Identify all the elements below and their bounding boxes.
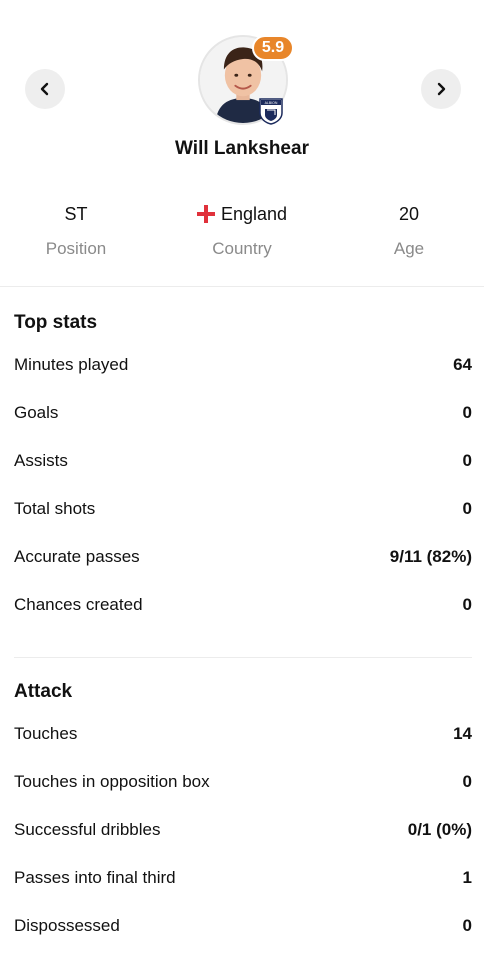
stat-label: Goals: [14, 403, 59, 422]
player-name: Will Lankshear: [175, 138, 309, 159]
chevron-right-icon: [437, 82, 446, 96]
stat-label: Chances created: [14, 595, 143, 614]
player-header: 5.9 ALBION Will Lankshear ST Position En…: [0, 0, 484, 290]
stat-value: 0: [462, 595, 472, 614]
stat-label: Accurate passes: [14, 547, 140, 566]
stat-row-chances-created: Chances created 0: [14, 581, 472, 629]
stat-row-touches-in-opposition-box: Touches in opposition box 0: [14, 758, 472, 806]
position-label: Position: [45, 239, 107, 258]
info-country: England Country: [162, 202, 322, 259]
age-label: Age: [393, 239, 425, 258]
england-flag-icon: [196, 205, 215, 223]
club-badge-icon: ALBION: [258, 97, 284, 125]
stat-value: 1: [462, 868, 472, 887]
stat-value: 0: [462, 772, 472, 791]
stat-value: 64: [453, 355, 472, 374]
rating-badge: 5.9: [252, 35, 294, 61]
section-title: Top stats: [14, 312, 98, 333]
stat-value: 0: [462, 499, 472, 518]
section-divider: [14, 657, 472, 658]
section-title: Attack: [14, 681, 73, 702]
next-player-button[interactable]: [421, 69, 461, 109]
stat-row-minutes-played: Minutes played 64: [14, 341, 472, 389]
stat-label: Minutes played: [14, 355, 129, 374]
stat-value: 0: [462, 916, 472, 935]
position-value: ST: [64, 203, 88, 224]
stat-label: Touches: [14, 724, 78, 743]
age-value: 20: [398, 203, 420, 224]
header-divider: [0, 286, 484, 287]
stat-label: Assists: [14, 451, 68, 470]
stat-row-passes-into-final-third: Passes into final third 1: [14, 854, 472, 902]
country-label: Country: [212, 239, 272, 258]
section-top-stats: Top stats Minutes played 64 Goals 0 Assi…: [14, 308, 472, 629]
player-avatar-group: 5.9 ALBION: [198, 35, 294, 125]
stat-label: Successful dribbles: [14, 820, 161, 839]
stat-row-accurate-passes: Accurate passes 9/11 (82%): [14, 533, 472, 581]
stat-value: 9/11 (82%): [389, 547, 472, 566]
stat-label: Touches in opposition box: [14, 772, 210, 791]
previous-player-button[interactable]: [25, 69, 65, 109]
stat-row-goals: Goals 0: [14, 389, 472, 437]
stat-row-total-shots: Total shots 0: [14, 485, 472, 533]
info-age: 20 Age: [329, 202, 484, 259]
chevron-left-icon: [40, 82, 49, 96]
stat-value: 0: [462, 403, 472, 422]
stat-value: 14: [453, 724, 472, 743]
stat-label: Total shots: [14, 499, 96, 518]
info-position: ST Position: [0, 202, 156, 259]
stat-row-touches: Touches 14: [14, 710, 472, 758]
stat-row-dispossessed: Dispossessed 0: [14, 902, 472, 950]
stat-label: Dispossessed: [14, 916, 120, 935]
stat-row-assists: Assists 0: [14, 437, 472, 485]
stat-label: Passes into final third: [14, 868, 176, 887]
section-attack: Attack Touches 14 Touches in opposition …: [14, 677, 472, 950]
club-badge-text: ALBION: [265, 101, 278, 105]
stat-value: 0: [462, 451, 472, 470]
stat-row-successful-dribbles: Successful dribbles 0/1 (0%): [14, 806, 472, 854]
country-value: England: [220, 203, 288, 224]
stat-value: 0/1 (0%): [407, 820, 472, 839]
